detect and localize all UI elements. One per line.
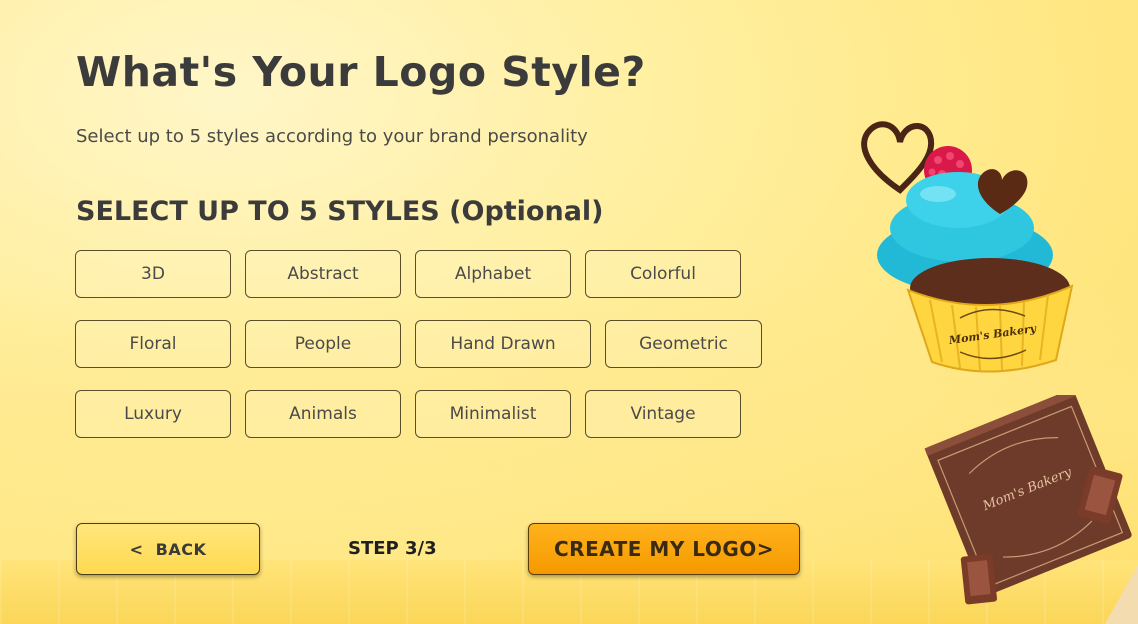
chocolate-illustration: Mom's Bakery — [924, 395, 1138, 624]
style-chip-label: Animals — [289, 404, 357, 424]
style-chip-label: Geometric — [639, 334, 728, 354]
back-button[interactable]: < BACK — [76, 523, 260, 575]
create-logo-button[interactable]: CREATE MY LOGO> — [528, 523, 800, 575]
styles-heading: SELECT UP TO 5 STYLES (Optional) — [76, 196, 604, 227]
step-indicator: STEP 3/3 — [348, 538, 437, 559]
style-chip-luxury[interactable]: Luxury — [75, 390, 231, 438]
style-chip-vintage[interactable]: Vintage — [585, 390, 741, 438]
style-chip-people[interactable]: People — [245, 320, 401, 368]
cupcake-illustration: Mom's Bakery — [861, 121, 1074, 373]
back-button-label: < BACK — [129, 539, 207, 559]
page-title: What's Your Logo Style? — [76, 48, 646, 96]
style-chip-minimalist[interactable]: Minimalist — [415, 390, 571, 438]
style-chip-floral[interactable]: Floral — [75, 320, 231, 368]
style-chip-alphabet[interactable]: Alphabet — [415, 250, 571, 298]
style-chip-geometric[interactable]: Geometric — [605, 320, 762, 368]
style-chip-label: Vintage — [630, 404, 696, 424]
wooden-board — [1105, 565, 1138, 624]
create-logo-button-label: CREATE MY LOGO> — [554, 537, 774, 561]
style-chip-label: Abstract — [287, 264, 359, 284]
style-chip-3d[interactable]: 3D — [75, 250, 231, 298]
style-chip-label: Luxury — [124, 404, 182, 424]
style-chip-label: 3D — [141, 264, 165, 284]
style-chip-colorful[interactable]: Colorful — [585, 250, 741, 298]
style-chip-label: Alphabet — [454, 264, 532, 284]
style-chip-label: Floral — [129, 334, 177, 354]
style-chip-label: Colorful — [630, 264, 696, 284]
style-chip-hand-drawn[interactable]: Hand Drawn — [415, 320, 591, 368]
style-chip-label: Minimalist — [449, 404, 537, 424]
style-chip-label: People — [294, 334, 352, 354]
chocolate-heart-outline — [861, 121, 935, 194]
style-chip-abstract[interactable]: Abstract — [245, 250, 401, 298]
style-chip-label: Hand Drawn — [450, 334, 556, 354]
style-chip-animals[interactable]: Animals — [245, 390, 401, 438]
page-subtitle: Select up to 5 styles according to your … — [76, 126, 588, 147]
